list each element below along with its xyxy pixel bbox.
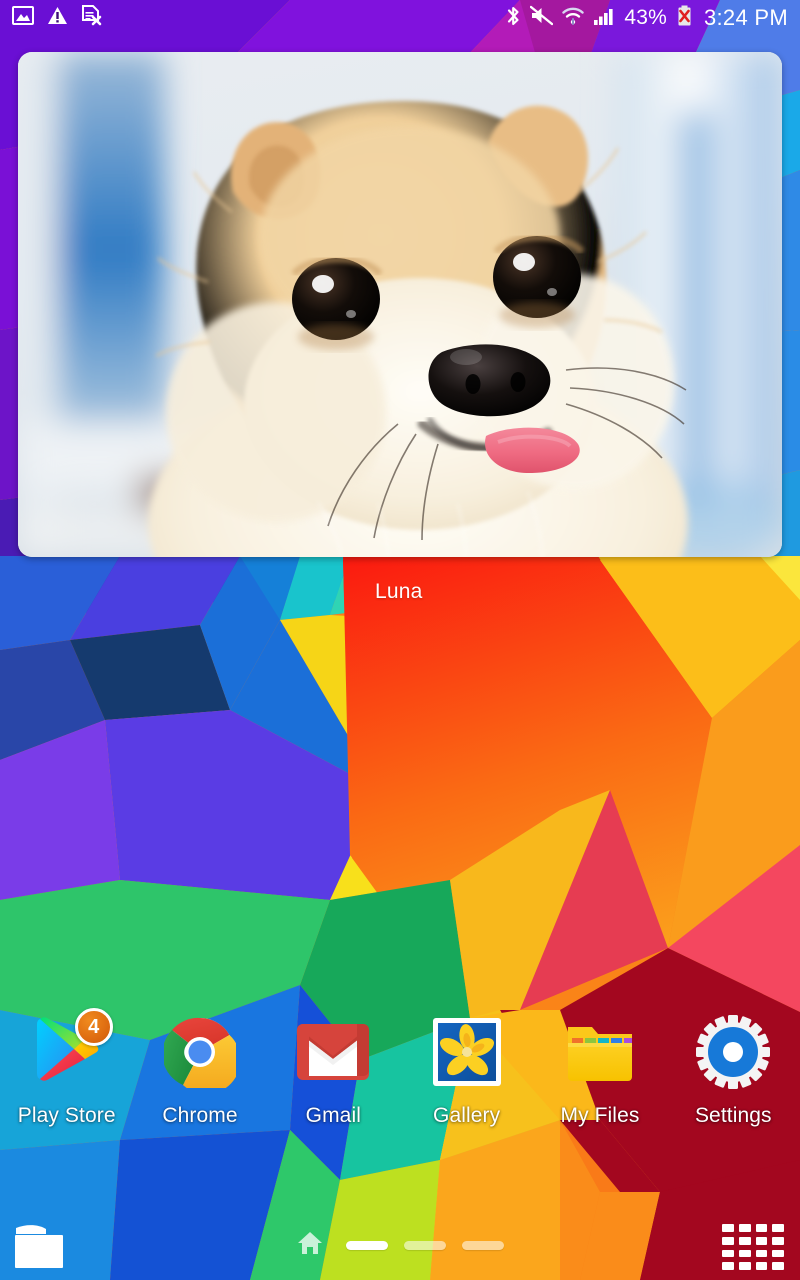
grid-square (755, 1224, 768, 1232)
grid-square (722, 1262, 734, 1270)
app-label-chrome: Chrome (162, 1104, 238, 1127)
app-label-my-files: My Files (560, 1104, 640, 1127)
status-bar-left-icons (12, 5, 102, 31)
battery-error-icon (677, 5, 692, 32)
photo-frame-widget[interactable] (18, 52, 782, 557)
page-dot-1[interactable] (346, 1240, 388, 1250)
grid-square (738, 1236, 751, 1245)
cellular-signal-icon (593, 6, 615, 31)
grid-square (722, 1224, 734, 1232)
status-bar[interactable]: 43% 3:24 PM (0, 0, 800, 36)
grid-square (738, 1249, 751, 1258)
grid-square (755, 1249, 768, 1258)
screenshot-image-icon (12, 6, 34, 30)
app-label-gallery: Gallery (433, 1104, 501, 1127)
gmail-icon (293, 1012, 373, 1092)
grid-square (755, 1236, 768, 1245)
bottom-dock (0, 1210, 800, 1280)
grid-square (772, 1249, 784, 1258)
app-icon-settings[interactable]: Settings (667, 1012, 800, 1152)
app-label-gmail: Gmail (305, 1104, 361, 1127)
grid-square (772, 1262, 784, 1270)
gallery-icon (427, 1012, 507, 1092)
my-files-icon (560, 1012, 640, 1092)
grid-square (772, 1236, 784, 1245)
app-icon-gmail[interactable]: Gmail (267, 1012, 400, 1152)
sound-mute-icon (530, 5, 554, 31)
app-label-settings: Settings (694, 1104, 772, 1127)
app-icon-chrome[interactable]: Chrome (133, 1012, 266, 1152)
apps-grid-icon[interactable] (722, 1224, 784, 1270)
page-indicator-group[interactable] (0, 1210, 800, 1280)
grid-square (738, 1262, 751, 1270)
sim-card-error-icon (81, 5, 102, 31)
bluetooth-icon (506, 5, 521, 32)
page-dot-2[interactable] (404, 1240, 446, 1250)
settings-gear-icon (693, 1012, 773, 1092)
app-label-play-store: Play Store (17, 1104, 116, 1127)
play-store-icon: 4 (27, 1008, 113, 1092)
grid-square (738, 1224, 751, 1232)
clock-label: 3:24 PM (703, 5, 788, 30)
chrome-icon (160, 1012, 240, 1092)
app-icon-gallery[interactable]: Gallery (400, 1012, 533, 1152)
warning-triangle-icon (47, 6, 68, 30)
app-row: 4 Play Store Chrome Gmail Gallery My Fil… (0, 1008, 800, 1152)
page-dot-3[interactable] (462, 1240, 504, 1250)
status-bar-right-icons: 43% 3:24 PM (506, 5, 788, 32)
pomeranian-dog-photo (18, 52, 782, 557)
grid-square (722, 1249, 734, 1258)
grid-square (772, 1224, 784, 1232)
grid-square (755, 1262, 768, 1270)
battery-percent-label: 43% (624, 6, 667, 29)
app-icon-play-store[interactable]: 4 Play Store (0, 1008, 133, 1152)
home-icon[interactable] (296, 1230, 324, 1261)
app-icon-my-files[interactable]: My Files (533, 1012, 666, 1152)
play-store-badge: 4 (74, 1008, 113, 1046)
widget-caption: Luna (375, 580, 423, 603)
wifi-icon (562, 6, 585, 31)
grid-square (722, 1236, 734, 1245)
